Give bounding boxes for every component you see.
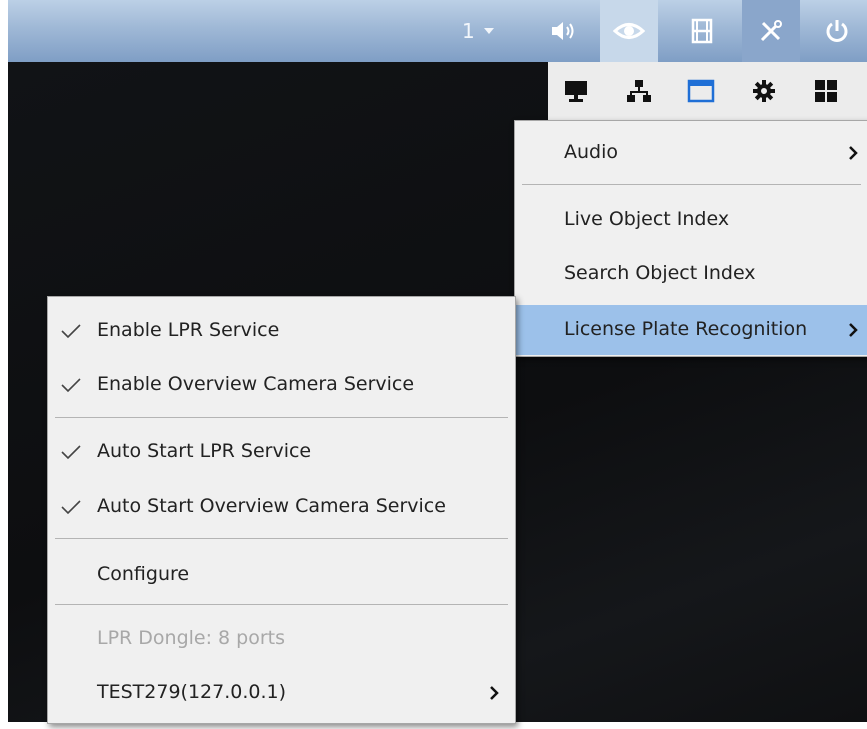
tools-icon	[760, 20, 782, 42]
live-view-button[interactable]	[600, 0, 658, 62]
playback-button[interactable]	[673, 0, 731, 62]
caret-down-icon	[483, 28, 494, 34]
menu-item-label: Enable Overview Camera Service	[97, 373, 415, 395]
menu-item-label: Enable LPR Service	[97, 319, 280, 341]
menu-item-label: Search Object Index	[564, 262, 756, 284]
menu-item-test279[interactable]: TEST279(127.0.0.1)	[48, 681, 515, 711]
menu-separator	[522, 184, 861, 185]
menu-separator	[55, 604, 508, 605]
check-icon	[61, 500, 81, 515]
check-icon	[61, 324, 81, 339]
volume-button[interactable]	[538, 0, 590, 62]
menu-item-enable-lpr-service[interactable]: Enable LPR Service	[48, 319, 515, 349]
menu-item-live-object-index[interactable]: Live Object Index	[515, 208, 867, 238]
menu-item-label: Live Object Index	[564, 208, 730, 230]
menu-item-audio[interactable]: Audio	[515, 141, 867, 171]
menu-item-license-plate-recognition[interactable]: License Plate Recognition	[515, 305, 867, 355]
network-button[interactable]	[623, 75, 655, 107]
check-icon	[61, 378, 81, 393]
menu-item-enable-overview-camera-service[interactable]: Enable Overview Camera Service	[48, 373, 515, 403]
network-icon	[627, 80, 651, 102]
menu-item-label: Audio	[564, 141, 619, 163]
tools-menu: Audio Live Object Index Search Object In…	[514, 120, 867, 357]
film-icon	[691, 18, 713, 44]
settings-button[interactable]	[748, 75, 780, 107]
menu-item-label: Configure	[97, 563, 190, 585]
chevron-right-icon	[849, 146, 858, 160]
menu-item-configure[interactable]: Configure	[48, 563, 515, 593]
volume-icon	[552, 22, 574, 40]
eye-icon	[613, 23, 645, 39]
menu-separator	[55, 417, 508, 418]
menu-item-label: Auto Start LPR Service	[97, 440, 312, 462]
tools-icon-bar	[548, 62, 867, 120]
window-button[interactable]	[685, 75, 717, 107]
lpr-submenu: Enable LPR Service Enable Overview Camer…	[47, 296, 516, 724]
power-icon	[826, 20, 848, 42]
menu-separator	[55, 538, 508, 539]
menu-item-lpr-dongle: LPR Dongle: 8 ports	[48, 627, 515, 657]
power-button[interactable]	[808, 0, 866, 62]
chevron-right-icon	[849, 323, 858, 337]
stream-selector[interactable]: 1	[462, 16, 522, 46]
monitor-icon	[565, 81, 587, 102]
grid-icon	[815, 80, 837, 102]
menu-item-label: Auto Start Overview Camera Service	[97, 495, 446, 517]
check-icon	[61, 445, 81, 460]
menu-item-auto-start-overview-camera-service[interactable]: Auto Start Overview Camera Service	[48, 495, 515, 525]
monitor-button[interactable]	[560, 75, 592, 107]
layout-button[interactable]	[810, 75, 842, 107]
menu-item-label: License Plate Recognition	[564, 318, 808, 340]
gear-icon	[753, 80, 775, 102]
menu-item-search-object-index[interactable]: Search Object Index	[515, 262, 867, 292]
window-icon	[687, 79, 715, 103]
tools-button[interactable]	[742, 0, 800, 62]
stream-selector-value: 1	[462, 19, 475, 43]
menu-item-label: TEST279(127.0.0.1)	[97, 681, 287, 703]
chevron-right-icon	[490, 686, 499, 700]
menu-item-label: LPR Dongle: 8 ports	[97, 627, 286, 649]
menu-item-auto-start-lpr-service[interactable]: Auto Start LPR Service	[48, 440, 515, 470]
top-toolbar	[8, 0, 867, 62]
